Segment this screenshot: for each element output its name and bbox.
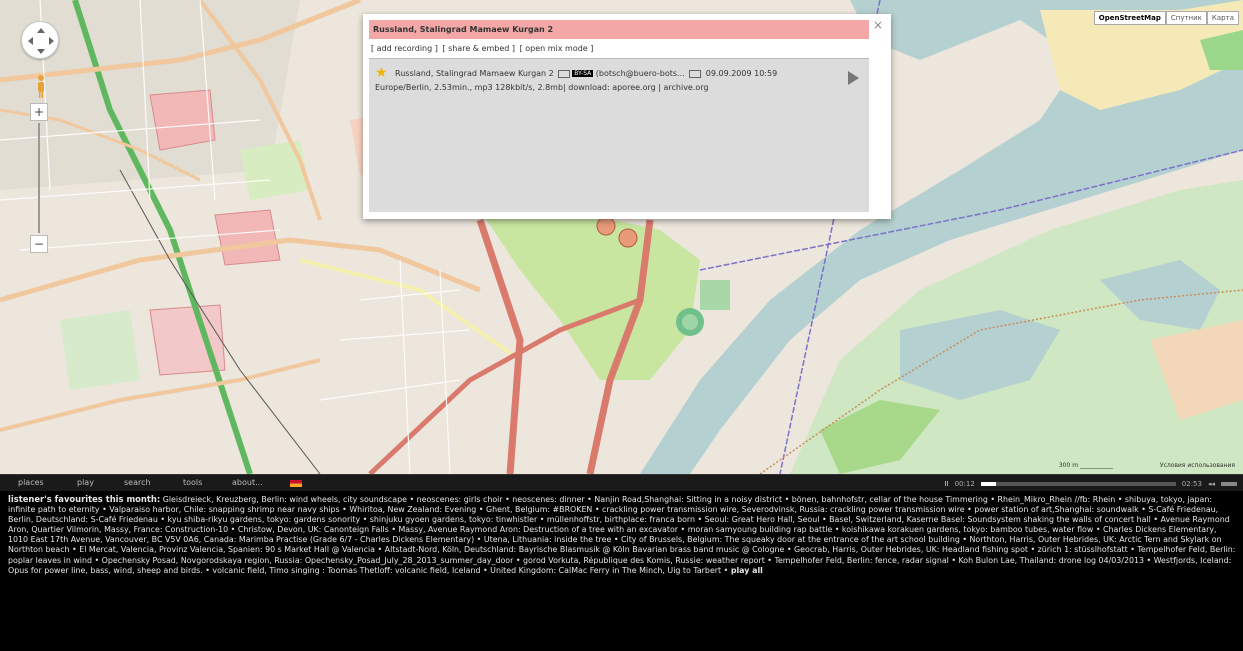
recording-author[interactable]: (botsch@buero-bots... — [596, 69, 685, 78]
favourite-star-icon[interactable]: ★ — [375, 65, 388, 81]
time-current: 00:12 — [954, 479, 975, 488]
nav-about[interactable]: about... — [232, 478, 263, 487]
recording-list: ★ Russland, Stalingrad Mamaew Kurgan 2 B… — [369, 58, 869, 212]
nav-play[interactable]: play — [77, 478, 94, 487]
map-type-osm-button[interactable]: OpenStreetMap — [1093, 11, 1166, 25]
volume-icon[interactable]: ◂◂ — [1208, 480, 1215, 488]
pan-arrows-icon — [28, 28, 54, 54]
recording-title[interactable]: Russland, Stalingrad Mamaew Kurgan 2 — [395, 69, 554, 78]
zoom-in-button[interactable]: + — [30, 103, 48, 121]
recording-popup: × Russland, Stalingrad Mamaew Kurgan 2 [… — [363, 14, 891, 219]
bottom-toolbar: places play search tools about... II 00:… — [0, 474, 1243, 491]
pause-button[interactable]: II — [944, 480, 948, 488]
play-icon[interactable] — [848, 71, 859, 85]
info-icon[interactable] — [689, 69, 702, 78]
add-recording-link[interactable]: [ add recording ] — [371, 44, 438, 53]
share-embed-link[interactable]: [ share & embed ] — [442, 44, 515, 53]
recording-details: Europe/Berlin, 2.53min., mp3 128kbit/s, … — [375, 83, 709, 92]
recording-item[interactable]: Russland, Stalingrad Mamaew Kurgan 2 BY-… — [395, 69, 777, 78]
recording-date: 09.09.2009 10:59 — [705, 69, 778, 78]
zoom-slider-track[interactable] — [38, 123, 40, 233]
map-type-switcher: OpenStreetMap Спутник Карта — [1093, 11, 1239, 25]
time-total: 02:53 — [1181, 479, 1202, 488]
license-badge: BY-SA — [572, 70, 594, 77]
nav-places[interactable]: places — [18, 478, 44, 487]
language-flag-icon[interactable] — [290, 480, 302, 487]
map-scale: 300 m ___________ — [1058, 462, 1113, 469]
map-view[interactable]: + − OpenStreetMap Спутник Карта 300 m __… — [0, 0, 1243, 474]
favourites-panel: listener's favourites this month: Gleisd… — [8, 494, 1236, 576]
volume-slider[interactable] — [1221, 481, 1237, 486]
pan-control[interactable] — [21, 21, 59, 59]
pegman-icon[interactable] — [35, 74, 47, 98]
open-mix-mode-link[interactable]: [ open mix mode ] — [520, 44, 594, 53]
favourites-heading: listener's favourites this month: — [8, 494, 161, 504]
favourites-list[interactable]: Gleisdreieck, Kreuzberg, Berlin: wind wh… — [8, 495, 1235, 575]
seek-bar-fill — [980, 481, 997, 486]
nav-tools[interactable]: tools — [183, 478, 202, 487]
popup-title: Russland, Stalingrad Mamaew Kurgan 2 — [369, 20, 869, 39]
nav-search[interactable]: search — [124, 478, 151, 487]
zoom-control: + − — [30, 103, 48, 253]
close-icon[interactable]: × — [873, 18, 883, 32]
map-type-satellite-button[interactable]: Спутник — [1165, 11, 1207, 25]
cc-license-icon — [558, 69, 571, 78]
audio-player: II 00:12 02:53 ◂◂ — [944, 478, 1237, 489]
zoom-out-button[interactable]: − — [30, 235, 48, 253]
map-attribution[interactable]: Условия использования — [1160, 462, 1235, 469]
app-root: + − OpenStreetMap Спутник Карта 300 m __… — [0, 0, 1243, 651]
seek-bar[interactable] — [980, 481, 1176, 486]
popup-actions: [ add recording ] [ share & embed ] [ op… — [371, 44, 595, 53]
play-all-link[interactable]: play all — [731, 566, 763, 575]
map-type-map-button[interactable]: Карта — [1206, 11, 1239, 25]
